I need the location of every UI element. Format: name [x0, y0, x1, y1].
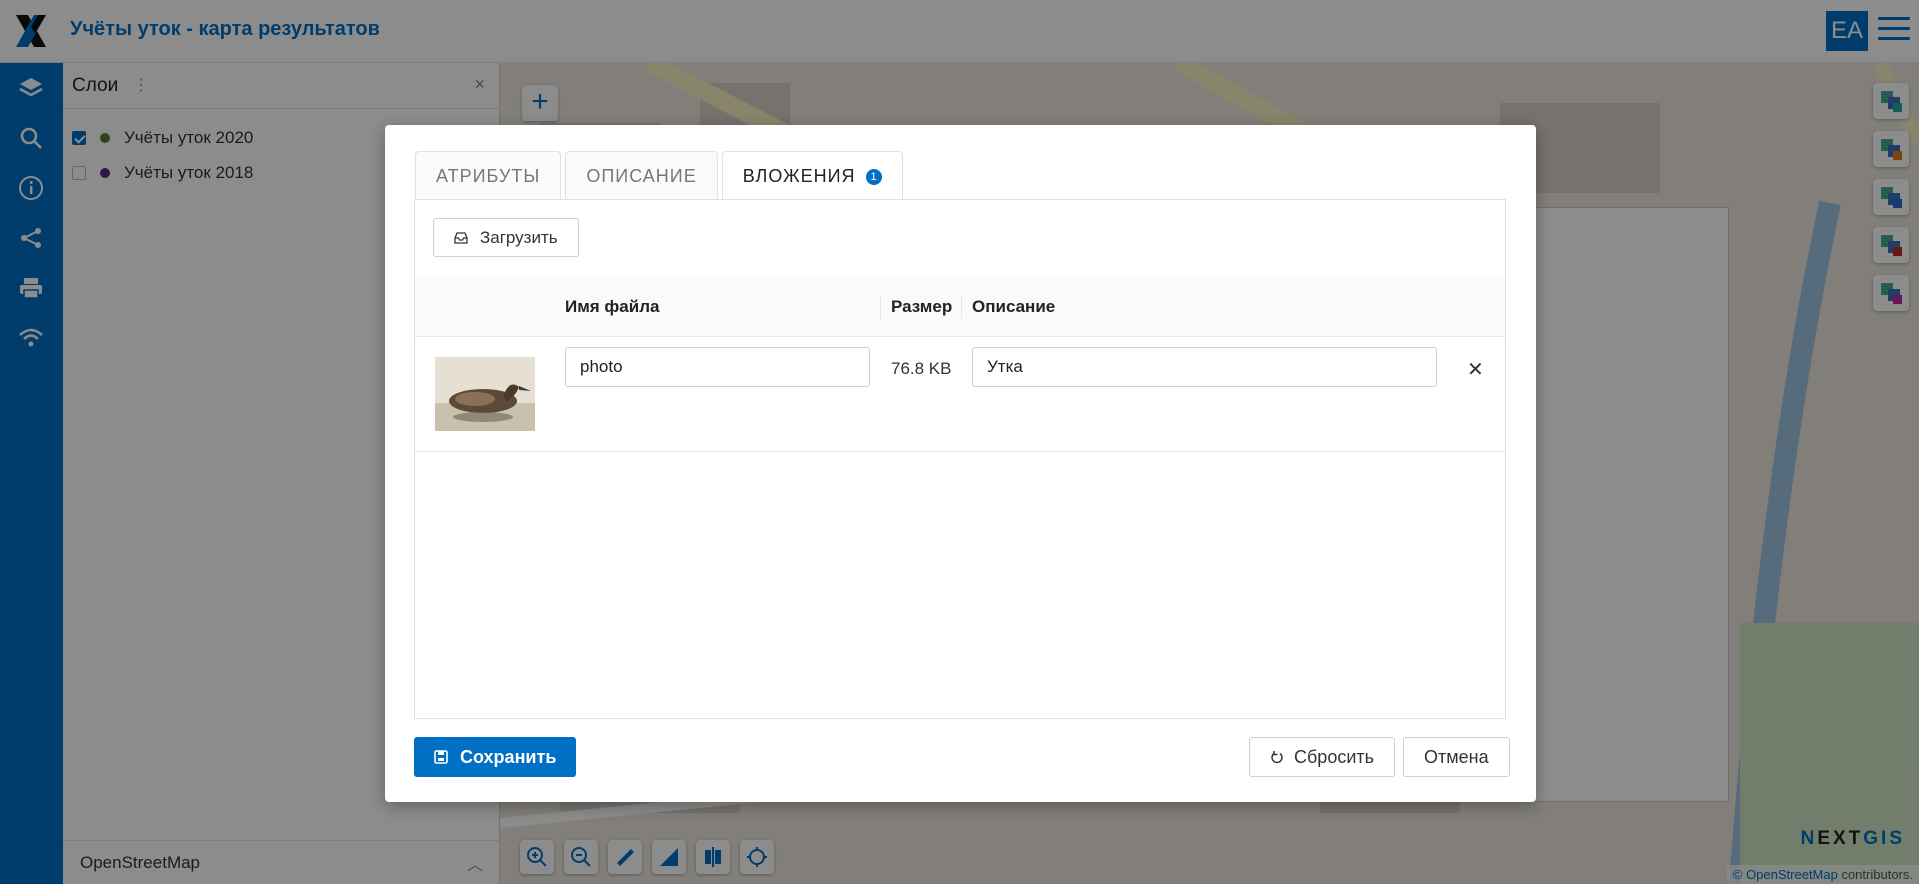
column-header-size: Размер	[891, 297, 953, 316]
upload-button-label: Загрузить	[480, 227, 558, 247]
table-row: 76.8 KB ✕	[415, 337, 1505, 452]
file-description-input[interactable]	[972, 347, 1437, 387]
feature-edit-dialog: АТРИБУТЫ ОПИСАНИЕ ВЛОЖЕНИЯ 1 Загрузить И…	[385, 125, 1536, 802]
attachments-count-badge: 1	[865, 168, 882, 185]
attachment-thumbnail[interactable]	[435, 357, 535, 431]
attachments-table-header: Имя файла Размер Описание	[415, 277, 1505, 337]
tab-attachments[interactable]: ВЛОЖЕНИЯ 1	[721, 151, 903, 201]
reset-button-label: Сбросить	[1294, 746, 1375, 767]
upload-button[interactable]: Загрузить	[433, 218, 579, 257]
save-button-label: Сохранить	[460, 746, 557, 767]
save-icon	[434, 750, 448, 764]
inbox-icon	[454, 231, 468, 244]
tab-attributes[interactable]: АТРИБУТЫ	[415, 151, 562, 200]
attachments-pane: Загрузить Имя файла Размер Описание phot…	[414, 199, 1506, 719]
tab-attachments-label: ВЛОЖЕНИЯ	[742, 166, 856, 186]
column-header-description: Описание	[972, 297, 1056, 316]
save-button[interactable]: Сохранить	[414, 737, 577, 777]
tab-description[interactable]: ОПИСАНИЕ	[565, 151, 718, 200]
reset-button[interactable]: Сбросить	[1249, 737, 1396, 777]
file-size: 76.8 KB	[891, 359, 952, 378]
cancel-button[interactable]: Отмена	[1403, 737, 1510, 777]
file-name-input[interactable]	[565, 347, 870, 387]
column-header-name: Имя файла	[565, 297, 660, 316]
delete-attachment-icon[interactable]: ✕	[1467, 357, 1484, 382]
dialog-tabs: АТРИБУТЫ ОПИСАНИЕ ВЛОЖЕНИЯ 1	[415, 151, 907, 201]
undo-icon	[1271, 751, 1283, 764]
